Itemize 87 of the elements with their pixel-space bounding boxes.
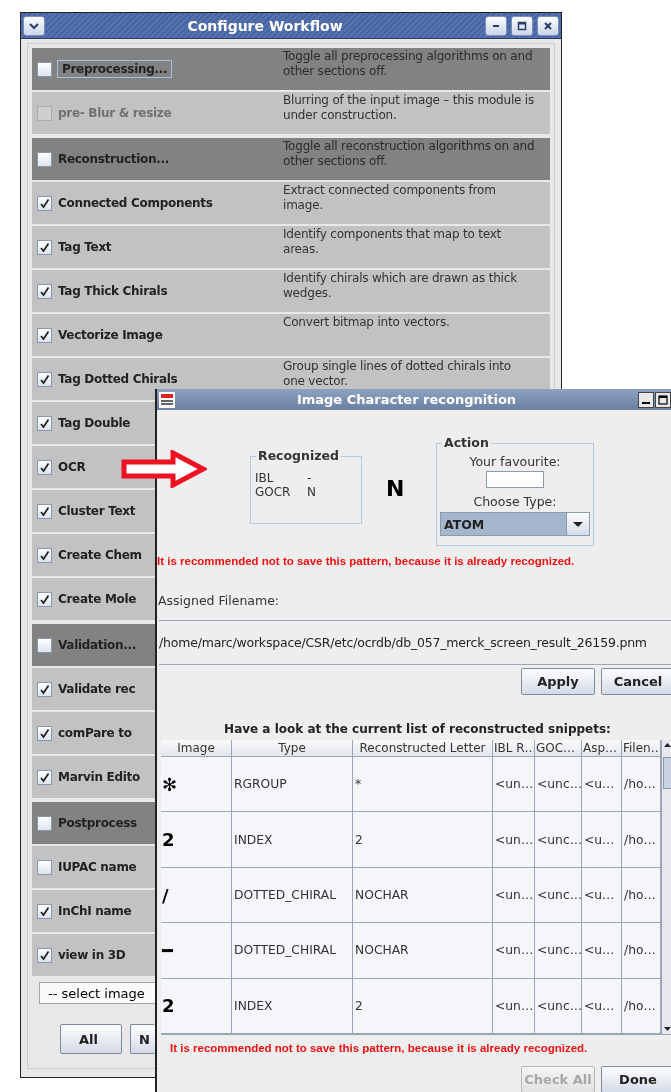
warning-message: It is recommended not to save this pattern, because it is already recognized. xyxy=(170,1042,589,1054)
table-cell: <unc… xyxy=(535,757,582,813)
option-label[interactable]: Marvin Edito xyxy=(57,768,141,786)
column-header[interactable]: Image xyxy=(161,740,232,757)
group-title: Recognized xyxy=(256,448,341,463)
table-cell: 2 xyxy=(353,812,493,868)
field-label: Your favourite: xyxy=(469,453,561,470)
snippet-image: 2 xyxy=(161,812,232,868)
table-cell: <u… xyxy=(582,978,622,1035)
option-label[interactable]: Tag Text xyxy=(57,238,113,256)
column-header[interactable]: Asp… xyxy=(582,740,622,757)
table-cell: <un… xyxy=(493,757,535,813)
option-description: Identify components that map to text areas. xyxy=(283,226,503,257)
option-description: Group single lines of dotted chirals into one vector. xyxy=(283,358,512,389)
option-label[interactable]: Create Mole xyxy=(57,590,138,608)
engine-result: N xyxy=(307,485,316,499)
table-cell: <unc… xyxy=(535,812,582,868)
dialog-button[interactable]: Cancel xyxy=(601,668,671,695)
column-header[interactable]: Reconstructed Letter xyxy=(353,740,493,757)
table-cell: <u… xyxy=(582,867,622,924)
panel-button[interactable]: N xyxy=(130,1024,155,1054)
option-label[interactable]: view in 3D xyxy=(57,946,127,964)
table-caption: Have a look at the current list of reconstructed snippets: xyxy=(223,722,612,736)
engine-name: GOCR xyxy=(255,485,292,499)
option-label[interactable]: Tag Thick Chirals xyxy=(57,282,169,300)
engine-name: IBL xyxy=(255,471,275,485)
option-label[interactable]: Postprocess xyxy=(57,814,138,832)
option-label[interactable]: comPare to xyxy=(57,724,133,742)
column-header[interactable]: GOC… xyxy=(535,740,582,757)
table-cell: <unc… xyxy=(535,923,582,979)
table-cell: NOCHAR xyxy=(353,923,493,979)
table-cell: DOTTED_CHIRAL xyxy=(232,923,353,979)
column-header[interactable]: IBL R… xyxy=(493,740,535,757)
engine-result: - xyxy=(307,471,312,485)
option-description: Extract connected components from image. xyxy=(283,182,497,213)
snippet-image: ✻ xyxy=(161,757,232,813)
filename-field[interactable]: /home/marc/workspace/CSR/etc/ocrdb/db_057_merck_screen_result_26159.pnm xyxy=(159,620,671,665)
table-cell: RGROUP xyxy=(232,757,353,813)
option-label[interactable]: IUPAC name xyxy=(57,858,138,876)
table-cell: <unc… xyxy=(535,867,582,924)
field-label: Assigned Filename: xyxy=(158,593,281,608)
option-label[interactable]: Cluster Text xyxy=(57,502,137,520)
option-label[interactable]: Create Chem xyxy=(57,546,143,564)
option-description: Identify chirals which are drawn as thick wedges. xyxy=(283,270,518,301)
type-dropdown[interactable]: ATOM xyxy=(440,512,590,536)
dialog-button[interactable]: Apply xyxy=(521,668,595,695)
recognized-glyph: N xyxy=(386,476,406,501)
option-description: Convert bitmap into vectors. xyxy=(283,314,451,330)
option-label[interactable]: OCR xyxy=(57,458,87,476)
option-description: Blurring of the input image – this module is under construction. xyxy=(283,92,535,123)
table-cell: 2 xyxy=(353,978,493,1035)
window-title: Configure Workflow xyxy=(186,17,344,34)
table-cell: <un… xyxy=(493,867,535,924)
table-cell: <u… xyxy=(582,812,622,868)
option-label[interactable]: Tag Dotted Chirals xyxy=(57,370,179,388)
window-title: Image Character recongnition xyxy=(295,392,518,407)
table-cell: <unc… xyxy=(535,978,582,1035)
table-cell: INDEX xyxy=(232,812,353,868)
column-header[interactable]: Type xyxy=(232,740,353,757)
table-cell: <un… xyxy=(493,923,535,979)
table-cell: NOCHAR xyxy=(353,867,493,924)
option-label[interactable]: Vectorize Image xyxy=(57,326,164,344)
table-cell: <un… xyxy=(493,812,535,868)
warning-message: It is recommended not to save this pattern, because it is already recognized. xyxy=(157,555,576,567)
option-label[interactable]: Tag Double xyxy=(57,414,132,432)
table-cell: <un… xyxy=(493,978,535,1035)
option-label[interactable]: InChI name xyxy=(57,902,133,920)
table-cell: DOTTED_CHIRAL xyxy=(232,867,353,924)
snippet-image: ━ xyxy=(161,923,232,979)
table-cell: * xyxy=(353,757,493,813)
table-cell: <u… xyxy=(582,757,622,813)
option-label[interactable]: Validation... xyxy=(57,636,138,654)
option-description: Toggle all reconstruction algorithms on and other sections off. xyxy=(283,138,535,169)
option-label[interactable]: Preprocessing... xyxy=(57,60,173,78)
field-label: Choose Type: xyxy=(473,493,557,510)
option-label[interactable]: Validate rec xyxy=(57,680,137,698)
dialog-button[interactable]: Done xyxy=(601,1066,671,1092)
group-title: Action xyxy=(442,435,491,450)
option-description: Toggle all preprocessing algorithms on and other sections off. xyxy=(283,48,534,79)
panel-button[interactable]: All xyxy=(60,1024,122,1054)
option-label[interactable]: Connected Components xyxy=(57,194,214,212)
column-header[interactable]: Filen… xyxy=(622,740,661,757)
snippet-image: 2 xyxy=(161,978,232,1035)
table-cell: <u… xyxy=(582,923,622,979)
table-cell: INDEX xyxy=(232,978,353,1035)
snippet-image: / xyxy=(161,867,232,924)
option-label[interactable]: Reconstruction... xyxy=(57,150,170,168)
